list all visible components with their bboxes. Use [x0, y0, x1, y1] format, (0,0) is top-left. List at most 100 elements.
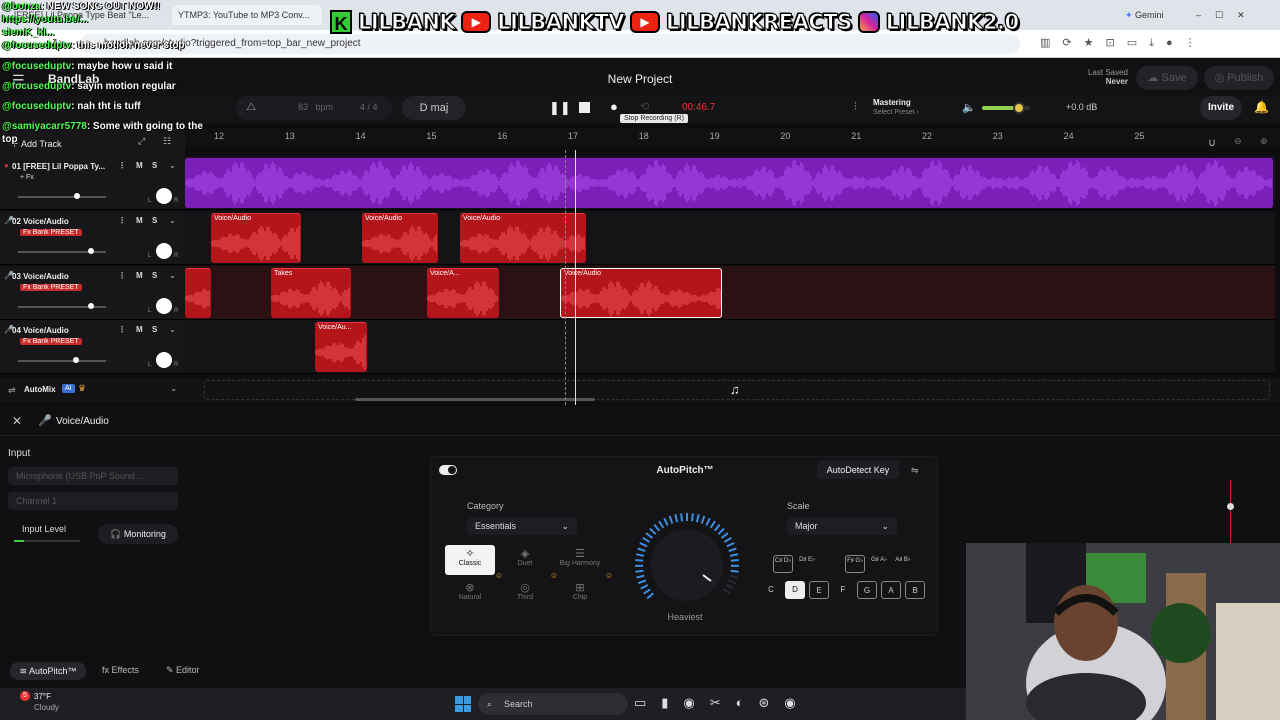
pan-knob[interactable]: [156, 352, 172, 368]
track-volume-slider[interactable]: [18, 357, 106, 363]
close-icon[interactable]: ✕: [12, 414, 22, 428]
key-sharp[interactable]: F♯ G♭: [845, 555, 865, 573]
solo-button[interactable]: S: [152, 325, 157, 334]
taskbar-apps[interactable]: ▭▮◉✂◐⊛◉: [634, 695, 811, 711]
key-sharp[interactable]: C♯ D♭: [773, 555, 793, 573]
master-volume-knob[interactable]: [1013, 102, 1026, 114]
correction-knob[interactable]: [627, 505, 747, 615]
horizontal-scrollbar[interactable]: [355, 398, 595, 401]
record-arm-icon[interactable]: ●: [4, 161, 9, 170]
bell-icon[interactable]: 🔔: [1254, 100, 1269, 114]
volume-icon[interactable]: 🔈: [962, 101, 976, 114]
windows-start-icon[interactable]: [455, 696, 471, 712]
mute-button[interactable]: M: [136, 325, 143, 334]
zoom-out-icon[interactable]: ⊖: [1234, 136, 1242, 147]
audio-clip[interactable]: Takes: [271, 268, 351, 318]
automix-label[interactable]: AutoMix: [24, 385, 56, 394]
mute-button[interactable]: M: [136, 161, 143, 170]
track-menu-icon[interactable]: ⋮: [118, 161, 126, 170]
key-sharp[interactable]: G♯ A♭: [869, 555, 889, 573]
extension-icons[interactable]: ▥⟳★⊡▭⤓●⋮: [1040, 36, 1208, 50]
tab-editor[interactable]: ✎ Editor: [166, 665, 200, 676]
track-name[interactable]: 02 Voice/Audio: [12, 217, 69, 226]
add-fx-button[interactable]: + Fx: [20, 174, 34, 181]
tab-autopitch[interactable]: ≋ AutoPitch™: [10, 662, 86, 680]
pan-knob[interactable]: [156, 188, 172, 204]
mode-third[interactable]: ◎ Third ☺: [500, 571, 558, 609]
metronome-icon[interactable]: ⧍: [246, 101, 256, 114]
solo-button[interactable]: S: [152, 161, 157, 170]
chevron-down-icon[interactable]: ⌄: [169, 271, 176, 280]
mute-button[interactable]: M: [136, 271, 143, 280]
record-icon[interactable]: ●: [610, 99, 618, 114]
key-d[interactable]: D: [785, 581, 805, 599]
track-menu-icon[interactable]: ⋮: [118, 216, 126, 225]
input-device-select[interactable]: Microphone (USB PnP Sound...: [8, 467, 178, 485]
key-c[interactable]: C: [761, 581, 781, 599]
pause-icon[interactable]: ❚❚: [549, 100, 571, 116]
bpm-field[interactable]: 83 bpm: [298, 102, 333, 112]
key-f[interactable]: F: [833, 581, 853, 599]
mastering-preset[interactable]: Select Preset ›: [873, 109, 919, 116]
track-volume-slider[interactable]: [18, 193, 106, 199]
audio-clip[interactable]: Voice/Audio: [460, 213, 586, 263]
key-selector[interactable]: D maj: [402, 96, 466, 120]
master-volume-slider[interactable]: [982, 102, 1030, 114]
key-sharp[interactable]: D♯ E♭: [797, 555, 817, 573]
pan-knob[interactable]: [156, 298, 172, 314]
playhead[interactable]: [575, 150, 576, 405]
audio-clip[interactable]: Voice/Audio: [211, 213, 301, 263]
audio-clip[interactable]: Voice/A...: [427, 268, 499, 318]
autodetect-key-button[interactable]: AutoDetect Key: [817, 461, 899, 479]
fx-preset-badge[interactable]: Fx Bank PRESET: [20, 284, 82, 291]
chevron-down-icon[interactable]: ⌄: [170, 383, 178, 394]
save-button[interactable]: ☁ Save: [1136, 66, 1198, 90]
time-signature[interactable]: 4 / 4: [360, 102, 378, 112]
chevron-down-icon[interactable]: ⌄: [169, 216, 176, 225]
key-e[interactable]: E: [809, 581, 829, 599]
weather-temp[interactable]: 37°F: [34, 692, 51, 701]
track-menu-icon[interactable]: ⋮: [118, 271, 126, 280]
key-g[interactable]: G: [857, 581, 877, 599]
mastering-label[interactable]: Mastering: [873, 98, 911, 107]
track-header[interactable]: ● 01 [FREE] Lil Poppa Ty... ⋮ M S ⌄ + Fx…: [0, 156, 185, 210]
channel-select[interactable]: Channel 1: [8, 492, 178, 510]
key-a[interactable]: A: [881, 581, 901, 599]
audio-clip[interactable]: Voice/Audio: [362, 213, 438, 263]
fx-preset-badge[interactable]: Fx Bank PRESET: [20, 338, 82, 345]
audio-clip[interactable]: [185, 268, 211, 318]
chevron-down-icon[interactable]: ⌄: [169, 161, 176, 170]
publish-button[interactable]: ◎ Publish: [1204, 66, 1274, 90]
window-controls[interactable]: –☐✕: [1196, 5, 1276, 25]
output-meter-knob[interactable]: [1227, 503, 1234, 510]
audio-clip[interactable]: Voice/Au...: [315, 322, 367, 372]
taskbar-search[interactable]: ⌕ Search: [478, 693, 628, 715]
audio-clip[interactable]: [185, 158, 1273, 208]
solo-button[interactable]: S: [152, 216, 157, 225]
loop-icon[interactable]: ⟲: [640, 100, 649, 113]
track-header[interactable]: 🎤 03 Voice/Audio ⋮ M S ⌄ Fx Bank PRESET …: [0, 266, 185, 320]
timeline-ruler[interactable]: 12 13 14 15 16 17 18 19 20 21 22 23 24 25: [185, 128, 1280, 146]
track-header[interactable]: 🎤 04 Voice/Audio ⋮ M S ⌄ Fx Bank PRESET …: [0, 320, 185, 374]
fx-preset-badge[interactable]: Fx Bank PRESET: [20, 229, 82, 236]
mode-classic[interactable]: ✧ Classic: [445, 545, 495, 575]
track-lane[interactable]: [185, 211, 1275, 265]
tab-effects[interactable]: fx Effects: [102, 665, 139, 675]
slider-knob[interactable]: [88, 248, 94, 254]
slider-knob[interactable]: [72, 357, 79, 363]
track-menu-icon[interactable]: ⋮: [118, 325, 126, 334]
scale-select[interactable]: Major ⌄: [787, 517, 897, 535]
solo-button[interactable]: S: [152, 271, 157, 280]
mode-big-harmony[interactable]: ☰ Big Harmony: [555, 545, 605, 575]
invite-button[interactable]: Invite: [1200, 96, 1242, 120]
mode-natural[interactable]: ⊗ Natural ☺: [445, 571, 503, 609]
gemini-button[interactable]: ✦ Gemini: [1125, 5, 1185, 25]
track-name[interactable]: 04 Voice/Audio: [12, 326, 69, 335]
mode-chip[interactable]: ⊞ Chip ☺: [555, 571, 613, 609]
track-volume-slider[interactable]: [18, 248, 106, 254]
sliders-icon[interactable]: ⇋: [911, 465, 919, 476]
audio-clip[interactable]: Voice/Audio: [560, 268, 722, 318]
pan-knob[interactable]: [156, 243, 172, 259]
add-loop-icon[interactable]: ♫: [730, 382, 740, 397]
track-volume-slider[interactable]: [18, 303, 106, 309]
